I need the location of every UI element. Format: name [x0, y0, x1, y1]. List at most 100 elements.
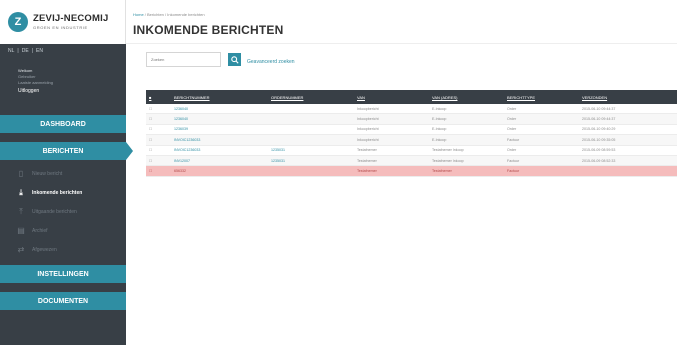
page-header: Home / Berichten / Inkomende berichten I… [126, 0, 677, 44]
cell-berichtnummer[interactable]: 1236039 [174, 127, 271, 131]
sidebar-item-uitgaande-berichten[interactable]: ⤒ Uitgaande berichten [0, 202, 126, 221]
table-row-error[interactable]: ☐ 656332 Testafnemer Testafnemer Factuur [146, 166, 677, 177]
breadcrumb: Home / Berichten / Inkomende berichten [133, 12, 677, 17]
cell-verzonden: 2015-06-09 08:52:33 [582, 158, 616, 163]
row-checkbox[interactable]: ☐ [146, 117, 174, 121]
rejected-icon: ⇄ [17, 245, 25, 254]
nav-dashboard[interactable]: DASHBOARD [0, 115, 126, 133]
col-verzonden[interactable]: VERZONDEN [582, 95, 677, 100]
cell-van-adres: E-Inkoop [432, 137, 447, 142]
cell-van: Testafnemer [357, 169, 377, 174]
cell-berichtnummer[interactable]: INVOIC1236033 [174, 138, 271, 142]
logout-link[interactable]: Uitloggen [18, 88, 118, 94]
cell-berichttype: Factuur [507, 169, 520, 174]
berichten-submenu: ▯ Nieuw bericht ⤓ Inkomende berichten ⤒ … [0, 164, 126, 259]
advanced-search-link[interactable]: Geavanceerd zoeken [247, 59, 295, 65]
search-button[interactable] [228, 53, 241, 66]
select-all-checkbox[interactable]: ■ [146, 95, 174, 100]
cell-verzonden: 2015-06-09 08:59:53 [582, 148, 616, 153]
logo-name: ZEVIJ-NECOMIJ [33, 13, 109, 25]
search-input[interactable] [146, 52, 221, 67]
nav-berichten-label: BERICHTEN [42, 147, 84, 155]
cell-van: Inkoopbericht [357, 106, 379, 111]
cell-berichttype: Order [507, 127, 517, 132]
sidebar-item-inkomende-berichten[interactable]: ⤓ Inkomende berichten [0, 183, 126, 202]
logo[interactable]: Z ZEVIJ-NECOMIJ GROEN EN INDUSTRIE [0, 0, 126, 44]
row-checkbox[interactable]: ☐ [146, 107, 174, 111]
search-toolbar: Geavanceerd zoeken [146, 52, 295, 67]
cell-berichttype: Factuur [507, 158, 520, 163]
cell-van: Inkoopbericht [357, 117, 379, 122]
cell-van-adres: E-Inkoop [432, 127, 447, 132]
archive-icon: ▤ [17, 226, 25, 235]
table-row[interactable]: ☐ INV12007 1235031 Testafnemer Testafnem… [146, 155, 677, 167]
row-checkbox[interactable]: ☐ [146, 169, 174, 173]
language-switcher: NL | DE | EN [8, 48, 43, 54]
sidebar-item-label: Archief [32, 227, 48, 234]
user-info: Welkom Gebruiker Laatste aanmelding Uitl… [0, 58, 126, 94]
cell-van-adres: E-Inkoop [432, 117, 447, 122]
cell-berichtnummer[interactable]: 1236040 [174, 107, 271, 111]
sidebar-item-nieuw-bericht[interactable]: ▯ Nieuw bericht [0, 164, 126, 183]
table-row[interactable]: ☐ 1236039 Inkoopbericht E-Inkoop Order 2… [146, 125, 677, 136]
cell-van: Inkoopbericht [357, 127, 379, 132]
col-berichtnummer[interactable]: BERICHTNUMMER [174, 95, 271, 100]
cell-verzonden: 2015-06-10 09:44:37 [582, 117, 616, 122]
cell-van-adres: Testafnemer Inkoop [432, 158, 464, 163]
main-content: Home / Berichten / Inkomende berichten I… [126, 0, 677, 345]
cell-van: Testafnemer [357, 158, 377, 163]
logo-mark-icon: Z [8, 12, 28, 32]
cell-berichtnummer[interactable]: 656332 [174, 169, 271, 173]
cell-ordernummer[interactable]: 1235031 [271, 148, 357, 152]
breadcrumb-path: / Berichten / Inkomende berichten [143, 12, 205, 17]
col-van[interactable]: VAN [357, 95, 432, 100]
file-icon: ▯ [18, 169, 24, 178]
sidebar: Z ZEVIJ-NECOMIJ GROEN EN INDUSTRIE NL | … [0, 0, 133, 345]
row-checkbox[interactable]: ☐ [146, 148, 174, 152]
row-checkbox[interactable]: ☐ [146, 159, 174, 163]
table-header: ■ BERICHTNUMMER ORDERNUMMER VAN VAN (ADR… [146, 90, 677, 104]
cell-van: Inkoopbericht [357, 137, 379, 142]
cell-van-adres: Testafnemer [432, 169, 452, 174]
row-checkbox[interactable]: ☐ [146, 138, 174, 142]
nav-documenten[interactable]: DOCUMENTEN [0, 292, 126, 310]
cell-berichtnummer[interactable]: INVOIC1236033 [174, 148, 271, 152]
table-row[interactable]: ☐ INVOIC1236033 Inkoopbericht E-Inkoop F… [146, 135, 677, 146]
lang-nl[interactable]: NL [8, 48, 14, 54]
logo-subtitle: GROEN EN INDUSTRIE [33, 24, 88, 30]
col-van-adres[interactable]: VAN (ADRES) [432, 95, 507, 100]
table-row[interactable]: ☐ INVOIC1236033 1235031 Testafnemer Test… [146, 146, 677, 156]
cell-berichtnummer[interactable]: 1236040 [174, 117, 271, 121]
cell-berichttype: Order [507, 117, 517, 122]
nav-instellingen[interactable]: INSTELLINGEN [0, 265, 126, 283]
cell-verzonden: 2015-06-10 09:40:29 [582, 127, 616, 132]
lang-en[interactable]: EN [36, 48, 43, 54]
sidebar-item-afgewezen[interactable]: ⇄ Afgewezen [0, 240, 126, 259]
col-berichttype[interactable]: BERICHTTYPE [507, 95, 582, 100]
col-ordernummer[interactable]: ORDERNUMMER [271, 95, 357, 100]
sidebar-item-archief[interactable]: ▤ Archief [0, 221, 126, 240]
page-title: INKOMENDE BERICHTEN [133, 23, 284, 37]
inbox-icon: ⤓ [19, 187, 23, 197]
table-row[interactable]: ☐ 1236040 Inkoopbericht E-Inkoop Order 2… [146, 114, 677, 125]
row-checkbox[interactable]: ☐ [146, 127, 174, 131]
nav-berichten[interactable]: BERICHTEN [0, 142, 133, 160]
outbox-icon: ⤒ [19, 206, 23, 216]
cell-van-adres: Testafnemer Inkoop [432, 148, 464, 153]
sidebar-item-label: Nieuw bericht [32, 170, 63, 177]
cell-van-adres: E-Inkoop [432, 106, 447, 111]
cell-van: Testafnemer [357, 148, 377, 153]
table-row[interactable]: ☐ 1236040 Inkoopbericht E-Inkoop Order 2… [146, 104, 677, 115]
sidebar-item-label: Uitgaande berichten [32, 208, 77, 215]
last-login: Laatste aanmelding [18, 80, 53, 85]
app-window: Z ZEVIJ-NECOMIJ GROEN EN INDUSTRIE NL | … [0, 0, 677, 345]
cell-verzonden: 2015-06-10 09:44:37 [582, 106, 616, 111]
cell-verzonden: 2015-06-10 09:35:05 [582, 137, 616, 142]
cell-ordernummer[interactable]: 1235031 [271, 159, 357, 163]
breadcrumb-home-link[interactable]: Home [133, 12, 144, 17]
lang-de[interactable]: DE [22, 48, 29, 54]
cell-berichttype: Factuur [507, 137, 520, 142]
messages-table: ■ BERICHTNUMMER ORDERNUMMER VAN VAN (ADR… [146, 90, 677, 177]
search-icon [230, 55, 239, 64]
cell-berichtnummer[interactable]: INV12007 [174, 159, 271, 163]
